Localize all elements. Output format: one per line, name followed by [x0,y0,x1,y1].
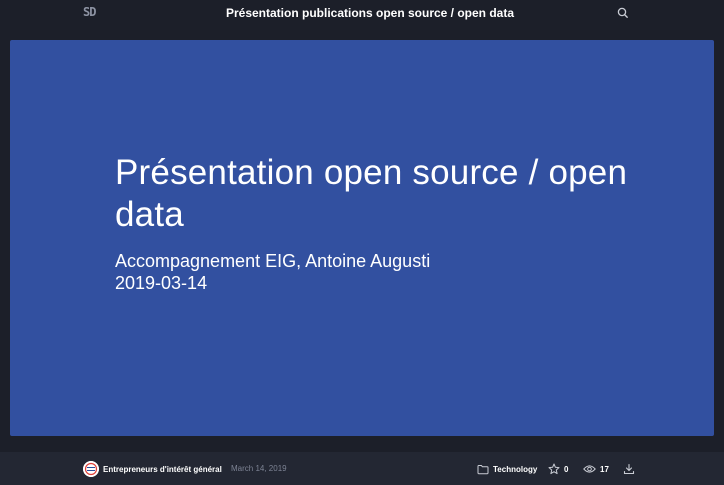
deck-footer: Entrepreneurs d'intérêt général March 14… [0,452,724,485]
speakerdeck-page: SD Présentation publications open source… [0,0,724,485]
site-logo[interactable]: SD [83,5,103,19]
author-link[interactable]: Entrepreneurs d'intérêt général [83,460,222,478]
search-icon [617,7,628,18]
category-label: Technology [493,464,538,474]
category-link[interactable]: Technology [477,461,537,477]
slide-viewer[interactable]: Présentation open source / open data Acc… [10,40,714,436]
views-count: 17 [600,464,609,474]
publish-date: March 14, 2019 [231,464,287,473]
eye-icon [583,465,596,473]
download-button[interactable] [623,461,635,477]
top-bar: SD Présentation publications open source… [0,0,724,26]
avatar [83,461,99,477]
deck-title: Présentation publications open source / … [225,6,515,20]
star-button[interactable]: 0 [548,461,568,477]
slide-subtitle-author: Accompagnement EIG, Antoine Augusti [115,251,431,271]
slide-subtitle-date: 2019-03-14 [115,273,208,293]
folder-icon [477,464,489,474]
download-icon [623,463,635,475]
star-icon [548,463,560,475]
slide-title: Présentation open source / open data [115,153,628,234]
views-indicator: 17 [583,461,609,477]
stars-count: 0 [564,464,569,474]
search-button[interactable] [615,5,631,21]
author-name: Entrepreneurs d'intérêt général [103,464,222,474]
